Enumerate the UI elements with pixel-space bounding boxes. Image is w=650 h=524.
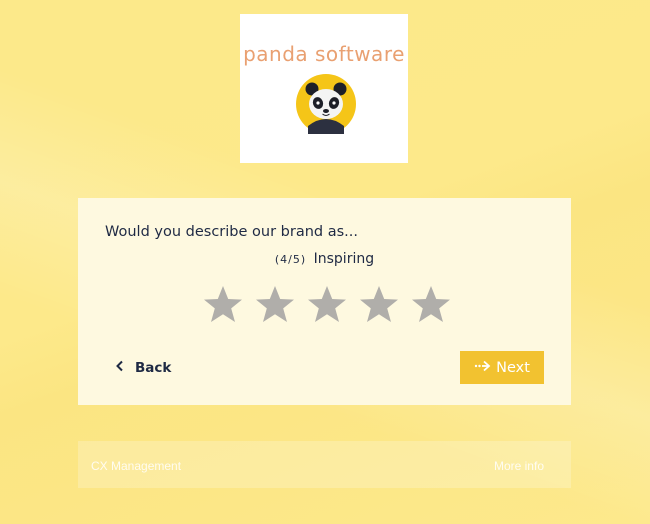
arrow-right-icon [474,360,492,376]
star-rating [202,284,452,326]
star-icon[interactable] [202,284,244,326]
star-icon[interactable] [358,284,400,326]
survey-question: Would you describe our brand as... [105,224,358,240]
back-button[interactable]: Back [115,360,171,376]
next-button-label: Next [496,359,530,376]
rating-count: (4/5) [274,253,307,266]
more-info-link[interactable]: More info [494,459,544,473]
rating-label: Inspiring [313,251,375,267]
brand-logo: panda software [240,14,408,163]
star-icon[interactable] [306,284,348,326]
footer-brand-text: CX Management [91,459,182,473]
logo-text: panda software [243,42,405,66]
chevron-left-icon [115,360,129,376]
star-icon[interactable] [410,284,452,326]
rating-readout: (4/5) Inspiring [78,251,571,267]
star-icon[interactable] [254,284,296,326]
back-button-label: Back [135,360,172,376]
survey-card: Would you describe our brand as... (4/5)… [78,198,571,405]
panda-icon [296,74,356,134]
footer-bar: CX Management More info [78,441,571,488]
next-button[interactable]: Next [460,351,544,384]
